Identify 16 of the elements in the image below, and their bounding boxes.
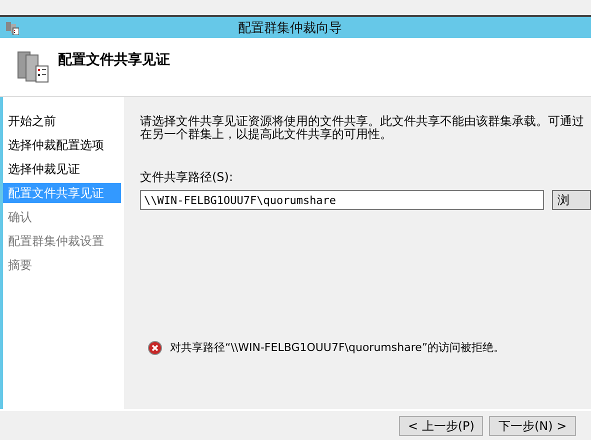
description-text: 在另一个群集上，以提高此文件共享的可用性。 xyxy=(140,128,393,141)
sidebar-item[interactable]: 选择仲裁配置选项 xyxy=(3,135,121,155)
sidebar-item[interactable]: 开始之前 xyxy=(3,111,121,131)
server-icon xyxy=(16,50,50,84)
path-label: 文件共享路径(S): xyxy=(140,169,234,186)
error-message: 对共享路径“\\WIN-FELBG1OUU7F\quorumshare”的访问被拒绝。 xyxy=(170,340,505,355)
browse-button[interactable]: 浏 xyxy=(552,190,591,210)
description-text: 请选择文件共享见证资源将使用的文件共享。此文件共享不能由该群集承载。可通过 xyxy=(140,115,585,128)
window-title: 配置群集仲裁向导 xyxy=(237,20,343,36)
sidebar-item[interactable]: 选择仲裁见证 xyxy=(3,159,121,179)
nav-button[interactable]: < 上一步(P) xyxy=(399,416,484,436)
error-icon xyxy=(148,340,162,354)
path-field[interactable]: \\WIN-FELBG1OUU7F\quorumshare xyxy=(140,190,544,210)
page-title: 配置文件共享见证 xyxy=(58,51,170,69)
nav-button[interactable]: 下一步(N) > xyxy=(489,416,576,436)
server-icon xyxy=(5,20,19,34)
